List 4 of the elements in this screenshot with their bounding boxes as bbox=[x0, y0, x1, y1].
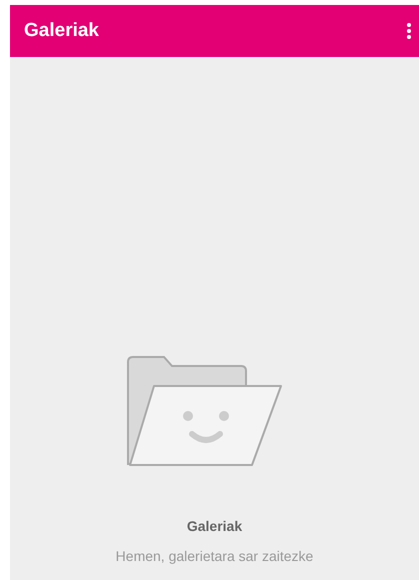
empty-message: Hemen, galerietara sar zaitezke bbox=[116, 548, 314, 564]
empty-title: Galeriak bbox=[186, 518, 242, 534]
more-vertical-icon bbox=[407, 23, 411, 39]
app-title: Galeriak bbox=[24, 20, 99, 42]
